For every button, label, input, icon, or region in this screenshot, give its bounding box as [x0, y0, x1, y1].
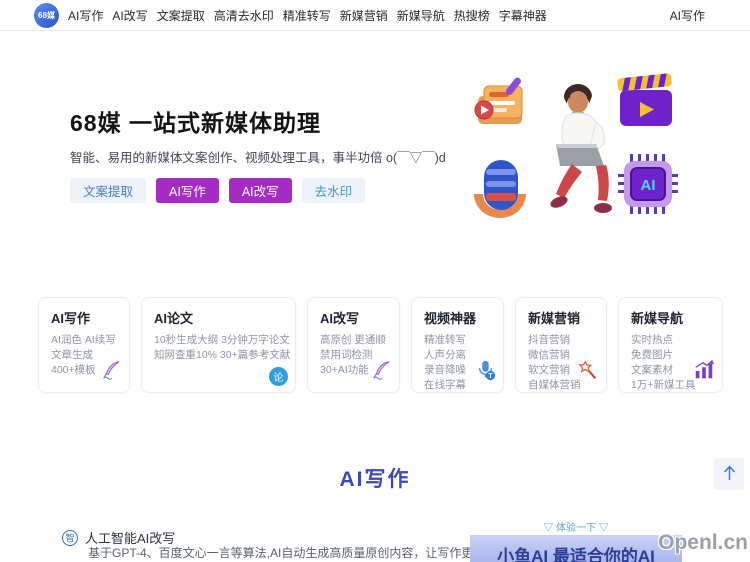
feature-cards-row: AI写作 AI润色 AI续写 文章生成 400+模板 AI论文 10秒生成大纲 … [38, 297, 723, 393]
card-line: 实时热点 [631, 334, 673, 346]
feature-card-ai-thesis[interactable]: AI论文 10秒生成大纲 3分钟万字论文 知网查重10% 30+篇参考文献 论 [141, 297, 296, 393]
card-title: 新媒导航 [631, 311, 684, 326]
ai-badge-icon: 智 [62, 529, 78, 546]
feature-card-media-marketing[interactable]: 新媒营销 抖音营销 微信营销 软文营销 自媒体营销 [515, 297, 607, 393]
podcast-mic-icon [474, 160, 526, 218]
card-title: AI改写 [320, 311, 360, 326]
person-illustration [550, 83, 612, 213]
clapperboard-icon [617, 73, 672, 126]
feature-card-video-tool[interactable]: 视频神器 精准转写 人声分离 录音降噪 在线字幕 T [411, 297, 504, 393]
promo-banner[interactable]: 小鱼AI 最适合你的AI [470, 535, 682, 562]
chip-ai-label: AI [641, 177, 656, 194]
nav-item-transcribe[interactable]: 精准转写 [283, 7, 331, 24]
quill-icon [370, 359, 392, 386]
hero-buttons: 文案提取 AI写作 AI改写 去水印 [70, 178, 366, 203]
magic-wand-icon [577, 359, 599, 386]
card-line: 知网查重10% 30+篇参考文献 [154, 349, 291, 361]
card-title: 视频神器 [424, 311, 477, 326]
promo-banner-text: 小鱼AI 最适合你的AI [497, 547, 655, 562]
nav-item-ai-writing-right[interactable]: AI写作 [670, 0, 705, 31]
nav-item-subtitle-tool[interactable]: 字幕神器 [499, 7, 547, 24]
feature-card-ai-writing[interactable]: AI写作 AI润色 AI续写 文章生成 400+模板 [38, 297, 130, 393]
copy-extract-button[interactable]: 文案提取 [70, 178, 147, 203]
card-line: 抖音营销 [528, 334, 570, 346]
nav-item-ai-writing[interactable]: AI写作 [68, 7, 103, 24]
card-line: 10秒生成大纲 3分钟万字论文 [154, 334, 290, 346]
card-title: AI写作 [51, 311, 91, 326]
ai-writing-button[interactable]: AI写作 [156, 178, 219, 203]
nav-item-marketing[interactable]: 新媒营销 [340, 7, 388, 24]
card-line: AI润色 AI续写 [51, 334, 116, 346]
hero-subtitle: 智能、易用的新媒体文案创作、视频处理工具，事半功倍 o(￣▽￣)d [70, 151, 446, 165]
nav-menu: AI写作 AI改写 文案提取 高清去水印 精准转写 新媒营销 新媒导航 热搜榜 … [68, 0, 547, 31]
feature-card-media-navigation[interactable]: 新媒导航 实时热点 免费图片 文案素材 1万+新媒工具 [618, 297, 723, 393]
feature-description: 基于GPT-4、百度文心一言等算法,AI自动生成高质量原创内容，让写作更简单，让… [88, 546, 474, 560]
ai-rewrite-button[interactable]: AI改写 [228, 178, 292, 203]
nav-item-watermark-remove[interactable]: 高清去水印 [214, 7, 274, 24]
hero-illustration: AI [462, 64, 690, 230]
section-title-ai-writing: AI写作 [339, 468, 411, 491]
bar-chart-icon [693, 359, 715, 386]
nav-item-copy-extract[interactable]: 文案提取 [157, 7, 205, 24]
top-nav: 68媒 AI写作 AI改写 文案提取 高清去水印 精准转写 新媒营销 新媒导航 … [0, 0, 750, 31]
watermark-remove-button[interactable]: 去水印 [301, 178, 366, 203]
logo[interactable]: 68媒 [34, 3, 59, 28]
feature-card-ai-rewrite[interactable]: AI改写 高原创 更通顺 禁用词检测 30+AI功能 [307, 297, 400, 393]
ai-chip-icon: AI [618, 154, 678, 214]
nav-item-ai-rewrite[interactable]: AI改写 [112, 7, 147, 24]
nav-item-navigation[interactable]: 新媒导航 [397, 7, 445, 24]
card-title: 新媒营销 [528, 311, 581, 326]
watermark: Openl.cn [658, 531, 748, 554]
card-title: AI论文 [154, 311, 194, 326]
arrow-up-icon [722, 464, 737, 484]
microphone-icon: T [474, 359, 496, 386]
page: 68媒 AI写作 AI改写 文案提取 高清去水印 精准转写 新媒营销 新媒导航 … [0, 0, 750, 562]
video-editor-icon [474, 77, 523, 124]
card-line: 高原创 更通顺 [320, 334, 386, 346]
nav-item-hot-list[interactable]: 热搜榜 [454, 7, 490, 24]
quill-icon [100, 359, 122, 386]
back-to-top-button[interactable] [714, 458, 744, 490]
page-title: 68媒 一站式新媒体助理 [70, 110, 321, 136]
card-line: 精准转写 [424, 334, 466, 346]
try-it-label[interactable]: ▽ 体验一下 ▽ [470, 519, 682, 534]
thesis-badge-icon: 论 [269, 367, 288, 386]
